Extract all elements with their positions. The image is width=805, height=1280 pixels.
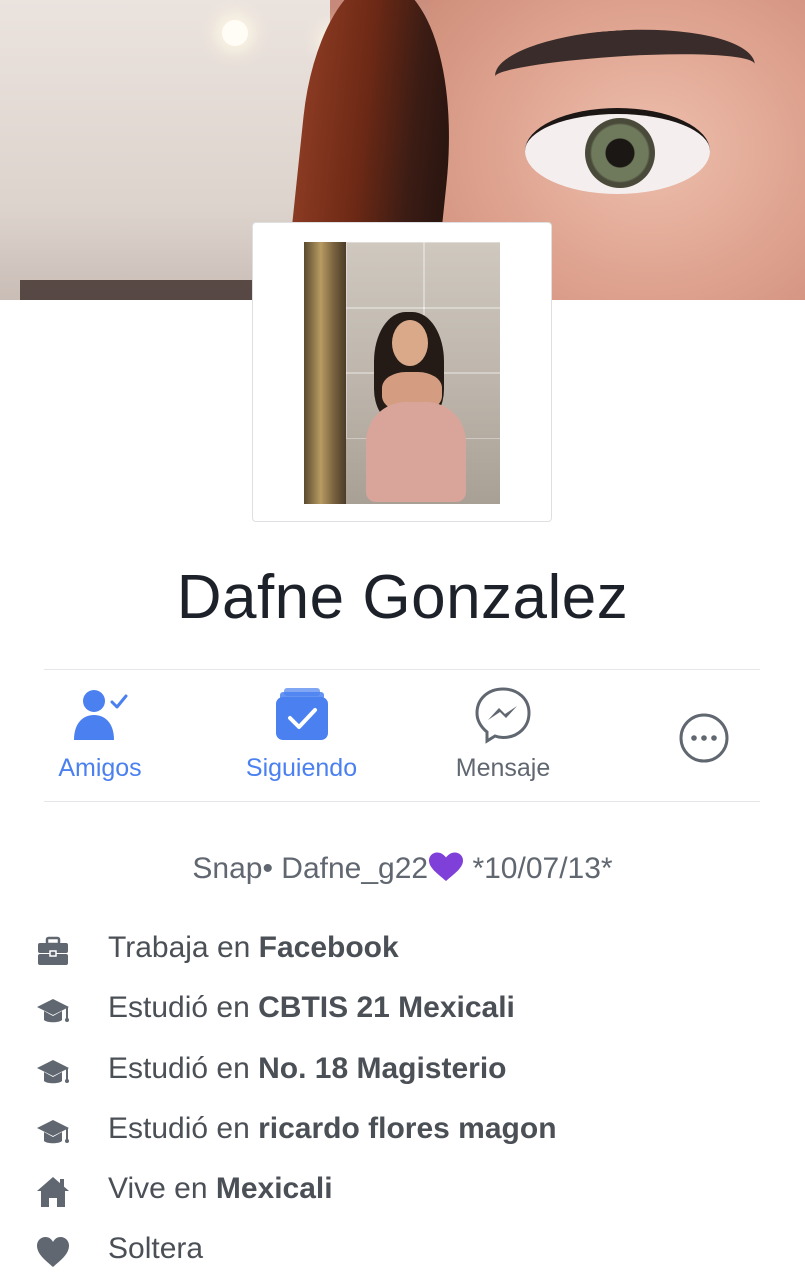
message-label: Mensaje <box>455 754 551 782</box>
briefcase-icon <box>38 936 68 965</box>
info-text: Vive en Mexicali <box>108 1172 333 1206</box>
info-text: Soltera <box>108 1232 203 1266</box>
info-row-relationship[interactable]: Soltera <box>0 1226 805 1276</box>
graduation-cap-icon <box>37 1060 69 1084</box>
info-text: Trabaja en Facebook <box>108 931 399 965</box>
info-row-education[interactable]: Estudió en CBTIS 21 Mexicali <box>0 985 805 1035</box>
wall-tile <box>423 242 500 309</box>
info-text: Estudió en No. 18 Magisterio <box>108 1052 507 1086</box>
info-prefix: Vive en <box>108 1172 216 1205</box>
info-value: ricardo flores magon <box>258 1112 557 1145</box>
profile-name: Dafne Gonzalez <box>176 563 629 632</box>
info-value: No. 18 Magisterio <box>258 1052 507 1085</box>
cover-iris <box>585 118 655 188</box>
friends-check-icon <box>74 690 128 740</box>
messenger-icon <box>475 687 531 744</box>
info-value: Mexicali <box>215 1172 333 1205</box>
profile-picture[interactable] <box>304 242 500 504</box>
ornate-mirror <box>304 242 346 504</box>
friends-button[interactable]: Amigos <box>44 670 156 801</box>
graduation-cap-icon <box>37 1120 69 1144</box>
info-value: Facebook <box>258 931 399 964</box>
info-prefix: Trabaja en <box>108 931 259 964</box>
bio-date: *10/07/13* <box>464 852 613 885</box>
info-row-work[interactable]: Trabaja en Facebook <box>0 925 805 975</box>
info-value: CBTIS 21 Mexicali <box>258 991 515 1024</box>
info-text: Estudió en ricardo flores magon <box>108 1112 557 1146</box>
person-dress <box>366 402 466 502</box>
following-check-icon <box>275 688 328 740</box>
following-label: Siguiendo <box>245 754 358 782</box>
info-text: Estudió en CBTIS 21 Mexicali <box>108 991 515 1025</box>
purple-heart-icon <box>429 852 464 881</box>
heart-icon <box>37 1237 69 1267</box>
info-prefix: Estudió en <box>108 991 259 1024</box>
profile-action-bar: Amigos Siguiendo Mensaje <box>44 669 760 802</box>
profile-bio: Snap• Dafne_g22 *10/07/13* <box>0 852 805 886</box>
graduation-cap-icon <box>37 999 69 1023</box>
info-prefix: Estudió en <box>108 1112 259 1145</box>
info-prefix: Soltera <box>108 1232 204 1265</box>
wall-tile <box>346 242 425 309</box>
profile-picture-frame[interactable] <box>252 222 552 522</box>
info-row-education[interactable]: Estudió en No. 18 Magisterio <box>0 1046 805 1096</box>
home-icon <box>37 1177 69 1207</box>
bio-text: Snap• Dafne_g22 <box>192 852 429 885</box>
person-face <box>392 320 428 366</box>
info-row-education[interactable]: Estudió en ricardo flores magon <box>0 1106 805 1156</box>
friends-label: Amigos <box>58 754 142 782</box>
message-button[interactable]: Mensaje <box>444 670 562 801</box>
following-button[interactable]: Siguiendo <box>234 670 369 801</box>
info-row-home[interactable]: Vive en Mexicali <box>0 1166 805 1216</box>
info-prefix: Estudió en <box>108 1052 259 1085</box>
more-icon <box>679 713 729 763</box>
ceiling-light <box>222 20 248 46</box>
more-options-button[interactable] <box>674 670 734 801</box>
